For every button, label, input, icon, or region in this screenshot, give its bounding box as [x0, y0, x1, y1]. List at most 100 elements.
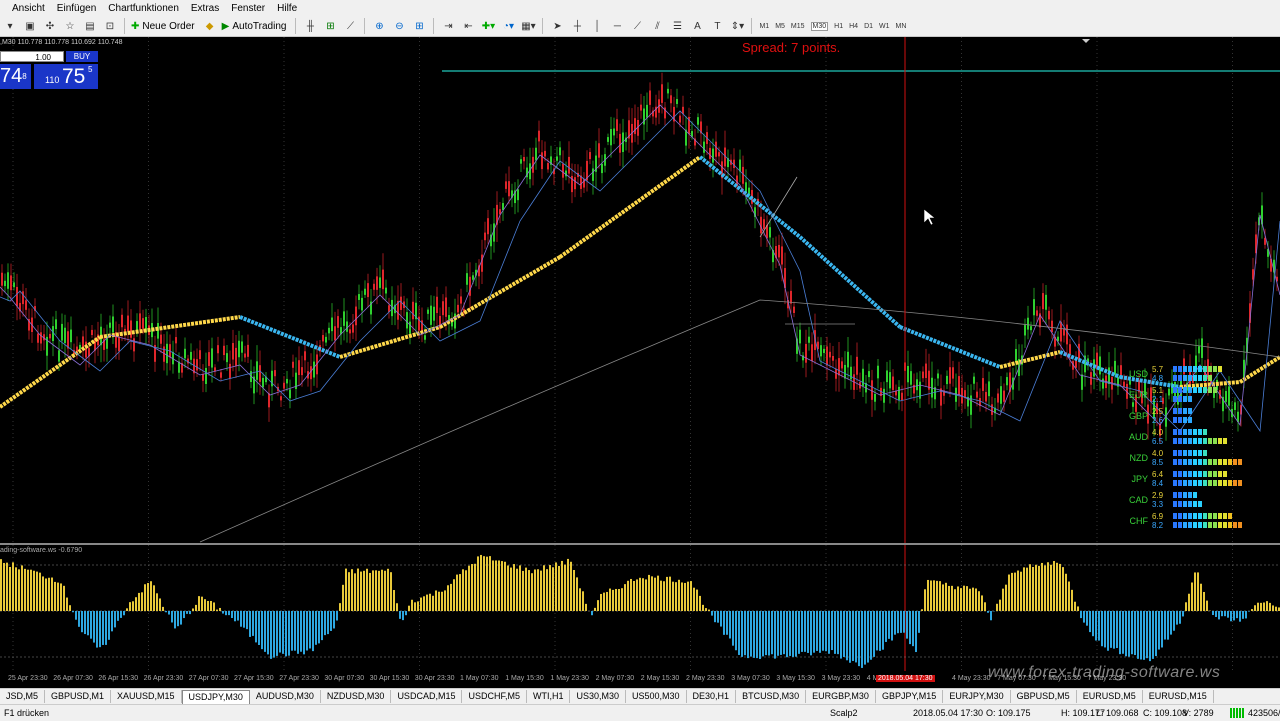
chart-tab[interactable]: NZDUSD,M30 — [321, 690, 392, 703]
candle-body — [454, 314, 456, 329]
oscillator-bar-negative — [864, 611, 866, 665]
new-order-button[interactable]: ✚Neue Order — [131, 18, 198, 34]
indicators-icon[interactable]: ✚▾ — [480, 18, 496, 34]
candle-body — [718, 152, 720, 156]
oscillator-bar-positive — [924, 589, 926, 611]
candle-body — [634, 118, 636, 134]
menu-item[interactable]: Ansicht — [0, 3, 51, 14]
chart-tab[interactable]: EURUSD,M5 — [1077, 690, 1143, 703]
chart-tab[interactable]: USDCHF,M5 — [462, 690, 527, 703]
oscillator-bar-positive — [195, 605, 197, 611]
chart-tab[interactable]: GBPUSD,M1 — [45, 690, 111, 703]
oscillator-bar-positive — [1017, 571, 1019, 611]
cross-move-icon[interactable]: ✣ — [42, 18, 58, 34]
oscillator-bar-positive — [489, 556, 491, 611]
price-chart[interactable] — [0, 37, 1280, 671]
oscillator-bar-positive — [597, 600, 599, 611]
tile-windows-icon[interactable]: ⊞ — [411, 18, 427, 34]
arrows-icon[interactable]: ⇕▾ — [729, 18, 745, 34]
chart-tab[interactable]: WTI,H1 — [527, 690, 571, 703]
sell-price-button[interactable]: 748 — [0, 64, 31, 89]
chart-tab[interactable]: US30,M30 — [570, 690, 626, 703]
chart-tab[interactable]: XAUUSD,M15 — [111, 690, 182, 703]
timeframe-w1[interactable]: W1 — [879, 23, 890, 30]
zoom-out-icon[interactable]: ⊖ — [391, 18, 407, 34]
cursor-icon[interactable]: ➤ — [549, 18, 565, 34]
status-profile[interactable]: Scalp2 — [830, 708, 858, 718]
buy-button[interactable]: BUY — [66, 51, 98, 62]
timeframe-mn[interactable]: MN — [896, 23, 907, 30]
chart-tab[interactable]: DE30,H1 — [687, 690, 737, 703]
trendline-icon[interactable]: ⟋ — [629, 18, 645, 34]
timeframe-h1[interactable]: H1 — [834, 23, 843, 30]
oscillator-bar-positive — [54, 582, 56, 611]
candle-body — [790, 291, 792, 304]
oscillator-bar-positive — [546, 569, 548, 611]
line-chart-icon[interactable]: ⟋ — [342, 18, 358, 34]
oscillator-bar-negative — [189, 611, 191, 614]
timeframe-d1[interactable]: D1 — [864, 23, 873, 30]
fibonacci-icon[interactable]: ☰ — [669, 18, 685, 34]
timeframe-m5[interactable]: M5 — [775, 23, 785, 30]
crosshair-icon[interactable]: ┼ — [569, 18, 585, 34]
chart-tab[interactable]: AUDUSD,M30 — [250, 690, 321, 703]
buy-price-button[interactable]: 110 75 5 — [34, 64, 98, 89]
vertical-line-icon[interactable]: │ — [589, 18, 605, 34]
periods-icon[interactable]: ◔▾ — [500, 18, 516, 34]
chart-tab[interactable]: GBPUSD,M5 — [1011, 690, 1077, 703]
candle-body — [616, 119, 618, 131]
navigator-icon[interactable]: ▤ — [82, 18, 98, 34]
menu-item[interactable]: Hilfe — [271, 3, 303, 14]
timeframe-m1[interactable]: M1 — [759, 23, 769, 30]
oscillator-bar-positive — [150, 581, 152, 611]
bar-chart-icon[interactable]: ╫ — [302, 18, 318, 34]
lot-size-field[interactable]: 1.00 — [0, 51, 64, 62]
chart-tab[interactable]: USDCAD,M15 — [391, 690, 462, 703]
oscillator-bar-negative — [711, 611, 713, 616]
templates-icon[interactable]: ▦▾ — [520, 18, 536, 34]
autoscroll-icon[interactable]: ⇤ — [460, 18, 476, 34]
candlestick-icon[interactable]: ⊞ — [322, 18, 338, 34]
oscillator-bar-negative — [75, 611, 77, 620]
chart-tab[interactable]: EURJPY,M30 — [943, 690, 1010, 703]
timeframe-m15[interactable]: M15 — [791, 23, 805, 30]
candle-body — [988, 381, 990, 396]
new-chart-icon[interactable]: ▣ — [22, 18, 38, 34]
chart-tab[interactable]: EURGBP,M30 — [806, 690, 876, 703]
oscillator-bar-positive — [1206, 601, 1208, 611]
chart-shift-icon[interactable]: ⇥ — [440, 18, 456, 34]
horizontal-line-icon[interactable]: ─ — [609, 18, 625, 34]
favorites-icon[interactable]: ☆ — [62, 18, 78, 34]
menu-item[interactable]: Extras — [185, 3, 225, 14]
chart-tab[interactable]: JSD,M5 — [0, 690, 45, 703]
oscillator-bar-negative — [330, 611, 332, 631]
text-label-icon[interactable]: T — [709, 18, 725, 34]
chart-tab[interactable]: GBPJPY,M15 — [876, 690, 943, 703]
oscillator-bar-positive — [975, 588, 977, 611]
strength-row-nzd: NZD4.08.5 — [1120, 448, 1265, 469]
autotrading-button[interactable]: ▶AutoTrading — [222, 18, 290, 34]
oscillator-bar-positive — [372, 570, 374, 611]
metaeditor-icon[interactable]: ◆ — [202, 18, 218, 34]
chart-tab[interactable]: US500,M30 — [626, 690, 687, 703]
menu-item[interactable]: Fenster — [225, 3, 271, 14]
menu-item[interactable]: Chartfunktionen — [102, 3, 185, 14]
strength-value-2: 8.2 — [1152, 521, 1163, 530]
strength-value-2: 3.3 — [1152, 500, 1163, 509]
chart-tab[interactable]: EURUSD,M15 — [1143, 690, 1214, 703]
dropdown-arrow-icon[interactable]: ▾ — [2, 18, 18, 34]
chart-tab[interactable]: USDJPY,M30 — [182, 690, 250, 704]
menu-item[interactable]: Einfügen — [51, 3, 102, 14]
text-icon[interactable]: A — [689, 18, 705, 34]
equidistant-channel-icon[interactable]: ⫽ — [649, 18, 665, 34]
oscillator-bar-positive — [513, 564, 515, 611]
oscillator-bar-negative — [846, 611, 848, 660]
oscillator-bar-negative — [1113, 611, 1115, 649]
timeframe-h4[interactable]: H4 — [849, 23, 858, 30]
oscillator-bar-positive — [552, 567, 554, 611]
oscillator-bar-positive — [999, 600, 1001, 611]
chart-tab[interactable]: BTCUSD,M30 — [736, 690, 806, 703]
zoom-in-icon[interactable]: ⊕ — [371, 18, 387, 34]
zoom-window-icon[interactable]: ⊡ — [102, 18, 118, 34]
timeframe-m30[interactable]: M30 — [811, 22, 829, 31]
